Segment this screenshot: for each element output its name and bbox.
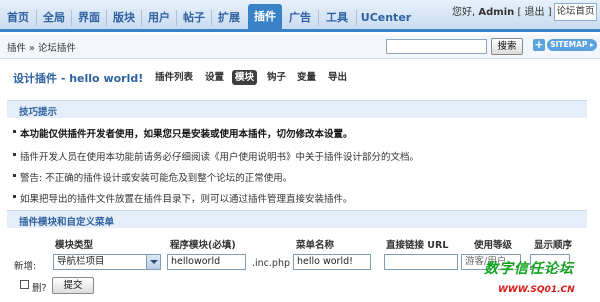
nav-separator [106, 10, 107, 26]
subtab-plugin-list[interactable]: 插件列表 [152, 70, 196, 85]
logout-link[interactable]: [ 退出 ] [517, 7, 551, 18]
new-row-label: 新增: [14, 261, 37, 272]
nav-separator [71, 10, 72, 26]
search-input[interactable] [386, 39, 487, 54]
nav-separator [141, 10, 142, 26]
nav-tab-ucenter[interactable]: UCenter [360, 7, 412, 29]
username: Admin [478, 7, 515, 18]
breadcrumb-bar: 插件 » 论坛插件 搜索 + SITEMAP ▸ [0, 35, 600, 59]
column-header-url: 直接链接 URL [386, 240, 449, 251]
bullet-icon [13, 174, 16, 177]
subtab-hooks[interactable]: 钩子 [264, 70, 289, 85]
add-shortcut-button[interactable]: + [533, 39, 545, 51]
nav-tab-extensions[interactable]: 扩展 [215, 7, 243, 29]
column-header-level: 使用等级 [474, 240, 513, 251]
nav-separator [356, 10, 357, 26]
delete-checkbox[interactable] [20, 280, 29, 289]
tip-item: 本功能仅供插件开发者使用，如果您只是安装或使用本插件，切勿修改本设置。 [20, 129, 353, 140]
module-type-value: 导航栏项目 [57, 256, 105, 267]
delete-label: 删? [32, 283, 47, 294]
subtab-export[interactable]: 导出 [325, 70, 350, 85]
search-button[interactable]: 搜索 [491, 38, 523, 55]
column-header-type: 模块类型 [55, 240, 94, 251]
module-extension: .inc.php [252, 258, 291, 269]
bullet-icon [13, 130, 16, 133]
tips-heading: 技巧提示 [19, 107, 58, 118]
nav-tab-plugins[interactable]: 插件 [248, 4, 282, 32]
nav-tab-interface[interactable]: 界面 [75, 7, 103, 29]
modules-heading: 插件模块和自定义菜单 [19, 217, 115, 228]
tip-item: 插件开发人员在使用本功能前请务必仔细阅读《用户使用说明书》中关于插件设计部分的文… [20, 152, 420, 163]
program-module-input[interactable]: helloworld [167, 254, 246, 270]
nav-separator [36, 10, 37, 26]
nav-separator [211, 10, 212, 26]
module-type-select[interactable]: 导航栏项目 [53, 254, 161, 270]
bullet-icon [13, 195, 16, 198]
nav-tab-global[interactable]: 全局 [40, 7, 68, 29]
greeting-text: 您好, [452, 7, 476, 18]
tip-item: 警告: 不正确的插件设计或安装可能危及到整个论坛的正常使用。 [20, 173, 293, 184]
subtab-settings[interactable]: 设置 [202, 70, 227, 85]
watermark-title: 数字信任论坛 [484, 261, 574, 277]
nav-separator [176, 10, 177, 26]
title-row: 设计插件 - hello world! 插件列表 设置 模块 钩子 变量 导出 [0, 60, 600, 90]
nav-tab-ads[interactable]: 广告 [286, 7, 314, 29]
breadcrumb: 插件 » 论坛插件 [7, 43, 76, 54]
tip-item: 如果把导出的插件文件放置在插件目录下，则可以通过插件管理直接安装插件。 [20, 194, 353, 205]
tips-heading-bar: 技巧提示 [7, 100, 587, 118]
bullet-icon [13, 153, 16, 156]
modules-heading-bar: 插件模块和自定义菜单 [7, 210, 587, 228]
nav-tab-tools[interactable]: 工具 [322, 7, 352, 29]
nav-tab-forums[interactable]: 版块 [110, 7, 138, 29]
subtab-modules[interactable]: 模块 [232, 70, 258, 85]
column-header-menu-name: 菜单名称 [296, 240, 335, 251]
nav-tab-posts[interactable]: 帖子 [180, 7, 208, 29]
forum-home-button[interactable]: 论坛首页 [554, 3, 597, 21]
url-input[interactable] [384, 254, 458, 270]
menu-name-input[interactable]: hello world! [293, 254, 371, 270]
nav-tab-users[interactable]: 用户 [145, 7, 173, 29]
subtab-variables[interactable]: 变量 [294, 70, 319, 85]
watermark-url: WWW.SQ01.CN [498, 285, 575, 295]
column-header-module: 程序模块(必填) [170, 240, 236, 251]
user-info: 您好, Admin [ 退出 ] [452, 4, 552, 22]
column-header-order: 显示顺序 [534, 240, 573, 251]
sitemap-button[interactable]: SITEMAP ▸ [547, 39, 597, 51]
page-title: 设计插件 - hello world! [13, 72, 144, 85]
nav-tab-home[interactable]: 首页 [2, 7, 34, 29]
submit-button[interactable]: 提交 [52, 277, 94, 294]
top-navigation: 首页 全局 界面 版块 用户 帖子 扩展 插件 广告 工具 UCenter 您好… [0, 0, 600, 32]
nav-separator [318, 10, 319, 26]
chevron-down-icon [146, 255, 160, 269]
